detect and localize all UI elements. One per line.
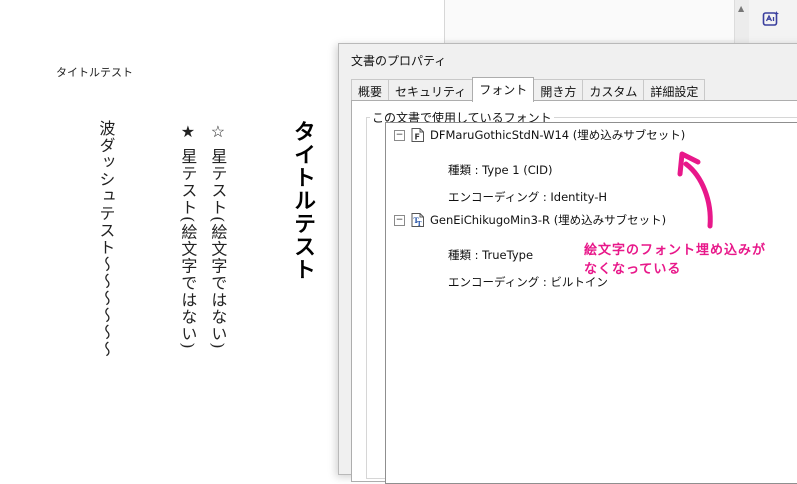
tab-open-options[interactable]: 開き方 <box>533 79 584 102</box>
tab-custom[interactable]: カスタム <box>582 79 645 102</box>
vertical-bold-title: タイトルテスト <box>290 120 315 281</box>
truetype-font-icon: T T <box>411 213 424 227</box>
dialog-title: 文書のプロパティ <box>351 54 447 68</box>
annotation-text: 絵文字のフォント埋め込みが なくなっている <box>584 241 766 279</box>
vertical-text-white-star: ☆ 星テスト(絵文字ではない) <box>208 122 228 350</box>
background-scrollbar[interactable]: ▲ <box>734 0 749 44</box>
font-name: DFMaruGothicStdN-W14 (埋め込みサブセット) <box>430 128 686 142</box>
svg-text:F: F <box>415 133 420 142</box>
tab-fonts[interactable]: フォント <box>472 77 535 102</box>
font-type-label: 種類 : TrueType <box>448 248 534 262</box>
annotation-line-2: なくなっている <box>584 262 682 277</box>
vertical-text-black-star: ★ 星テスト(絵文字ではない) <box>178 122 198 350</box>
tab-security[interactable]: セキュリティ <box>388 79 474 102</box>
collapse-icon[interactable]: − <box>394 214 405 226</box>
dialog-tabs: 概要 セキュリティ フォント 開き方 カスタム 詳細設定 <box>351 77 706 102</box>
type1-font-icon: F <box>411 128 424 142</box>
tab-advanced[interactable]: 詳細設定 <box>643 79 706 102</box>
vertical-text-wave-dash: 波ダッシュテスト〜〜〜〜〜〜 <box>96 120 116 358</box>
annotation-line-1: 絵文字のフォント埋め込みが <box>584 243 767 258</box>
svg-text:T: T <box>417 221 422 227</box>
background-window-pane <box>445 0 736 40</box>
page-header-title: タイトルテスト <box>56 66 133 79</box>
scroll-up-arrow-icon[interactable]: ▲ <box>738 4 744 13</box>
collapse-icon[interactable]: − <box>394 129 405 141</box>
font-name: GenEiChikugoMin3-R (埋め込みサブセット) <box>430 213 667 227</box>
ai-assistant-icon[interactable] <box>762 10 780 28</box>
font-tree-item[interactable]: − F DFMaruGothicStdN-W14 (埋め込みサブセット) <box>394 127 685 143</box>
annotation-arrow-icon <box>677 151 713 229</box>
font-encoding-label: エンコーディング : Identity-H <box>448 190 608 204</box>
font-type-label: 種類 : Type 1 (CID) <box>448 163 553 177</box>
tab-overview[interactable]: 概要 <box>351 79 390 102</box>
font-tree-item[interactable]: − T T GenEiChikugoMin3-R (埋め込みサブセット) <box>394 212 666 228</box>
